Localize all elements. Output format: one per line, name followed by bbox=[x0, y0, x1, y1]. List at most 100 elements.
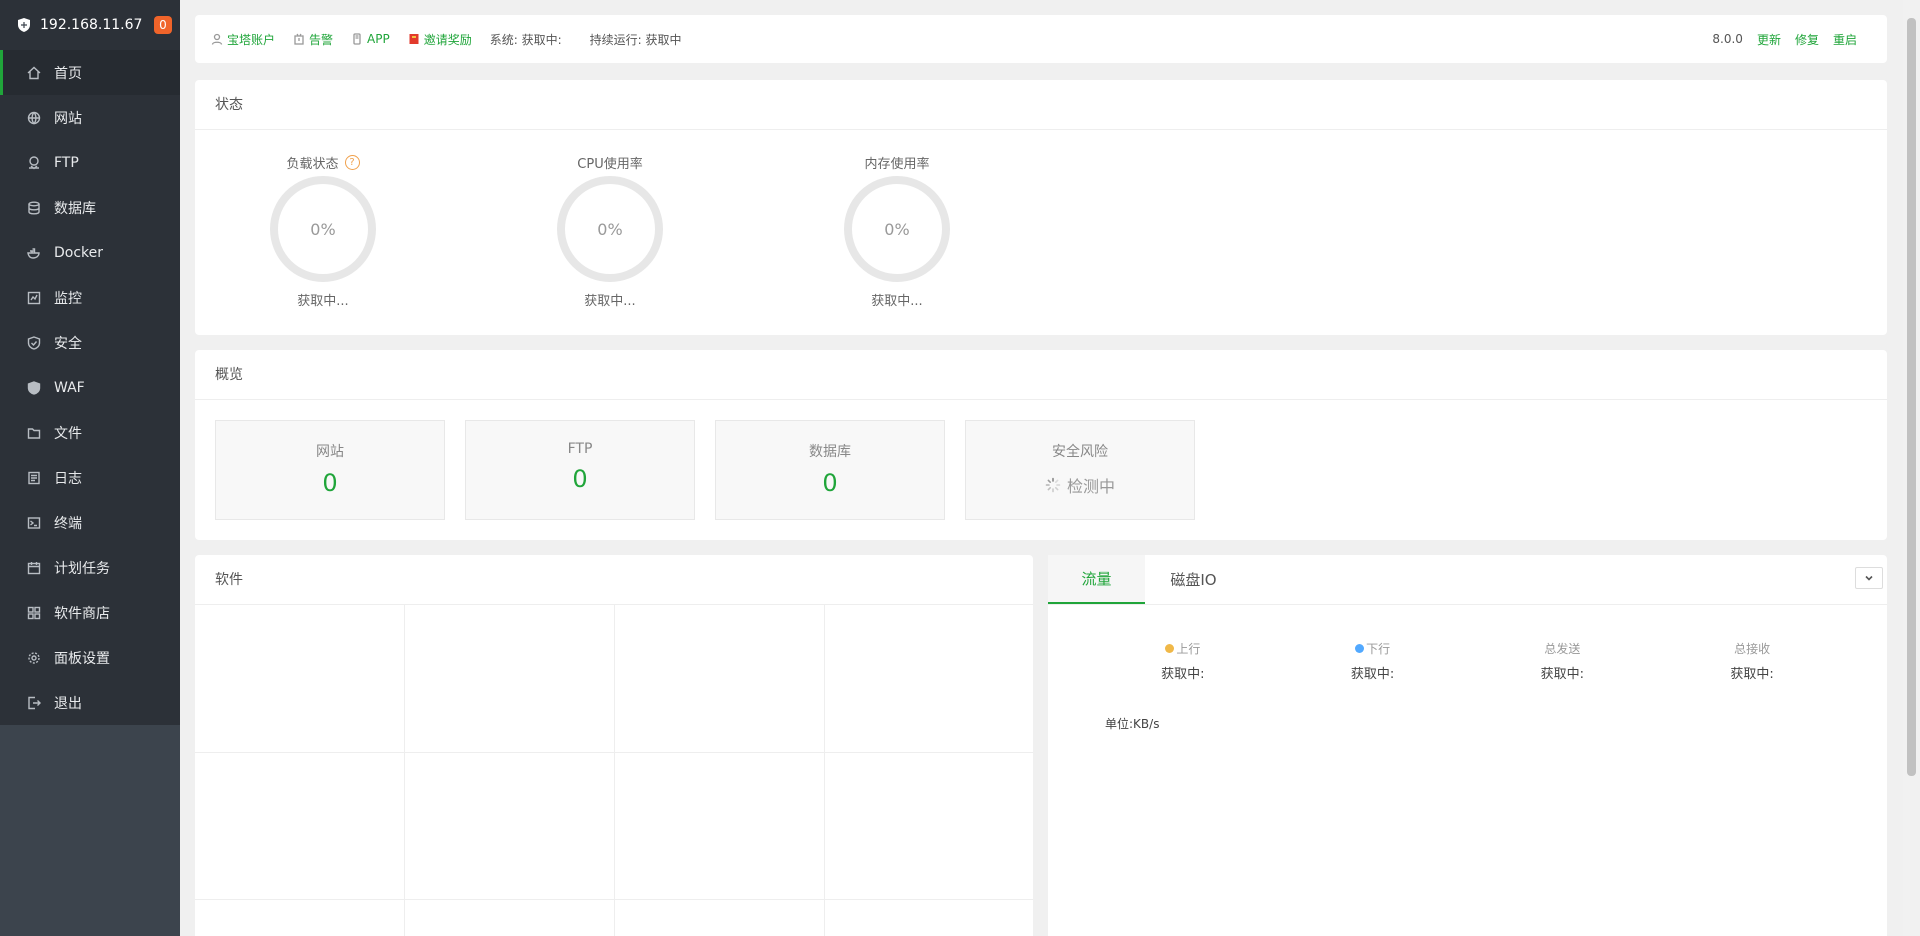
software-grid bbox=[195, 605, 1033, 936]
sidebar-item-docker[interactable]: Docker bbox=[0, 230, 180, 275]
sidebar-item-security[interactable]: 安全 bbox=[0, 320, 180, 365]
loading-spinner-icon bbox=[1045, 477, 1061, 493]
overview-card-label: FTP bbox=[567, 441, 593, 457]
alarm-label: 告警 bbox=[309, 32, 334, 47]
restart-button[interactable]: 重启 bbox=[1833, 31, 1857, 48]
status-panel: 状态 负载状态? 0% 获取中... CPU使用率 0% 获取中... 内存使用… bbox=[195, 80, 1887, 335]
sidebar-item-website[interactable]: 网站 bbox=[0, 95, 180, 140]
tab-traffic[interactable]: 流量 bbox=[1048, 555, 1145, 604]
update-button[interactable]: 更新 bbox=[1757, 31, 1781, 48]
sidebar-item-home[interactable]: 首页 bbox=[0, 50, 180, 95]
bt-logo-icon bbox=[18, 18, 30, 32]
invite-link[interactable]: 邀请奖励 bbox=[408, 31, 472, 48]
app-link[interactable]: APP bbox=[351, 32, 390, 46]
cpu-gauge-ring: 0% bbox=[557, 176, 663, 282]
stat-label: 上行 bbox=[1176, 642, 1201, 656]
sidebar-item-database[interactable]: 数据库 bbox=[0, 185, 180, 230]
cpu-gauge[interactable]: CPU使用率 0% 获取中... bbox=[510, 150, 710, 309]
grid-divider bbox=[195, 899, 1033, 900]
software-title: 软件 bbox=[195, 555, 1033, 605]
help-icon[interactable]: ? bbox=[344, 154, 360, 170]
sidebar-item-files[interactable]: 文件 bbox=[0, 410, 180, 455]
sidebar-item-label: 退出 bbox=[54, 695, 82, 712]
log-icon bbox=[27, 471, 41, 485]
sidebar-item-logs[interactable]: 日志 bbox=[0, 455, 180, 500]
tab-disk-io[interactable]: 磁盘IO bbox=[1145, 555, 1242, 604]
stat-label: 总发送 bbox=[1544, 642, 1581, 656]
sidebar-item-label: Docker bbox=[54, 244, 104, 261]
unit-label: 单位:KB/s bbox=[1105, 717, 1160, 731]
sidebar-item-label: 首页 bbox=[54, 65, 82, 82]
stat-total-sent: 总发送 获取中: bbox=[1468, 640, 1658, 682]
sidebar: 192.168.11.67 0 首页 网站 FTP 数据库 Docker 监控 bbox=[0, 0, 180, 936]
sidebar-item-label: 计划任务 bbox=[54, 560, 110, 577]
page-scrollbar[interactable] bbox=[1903, 0, 1920, 936]
sidebar-item-monitor[interactable]: 监控 bbox=[0, 275, 180, 320]
sidebar-item-logout[interactable]: 退出 bbox=[0, 680, 180, 725]
ftp-icon bbox=[27, 155, 41, 170]
repair-button[interactable]: 修复 bbox=[1795, 31, 1819, 48]
stat-value: 获取中: bbox=[1730, 667, 1774, 682]
load-gauge-status: 获取中... bbox=[297, 294, 349, 309]
security-risk-status: 检测中 bbox=[1066, 477, 1115, 496]
logout-icon bbox=[27, 696, 41, 710]
stat-download-title: 下行 bbox=[1278, 640, 1468, 657]
app-icon bbox=[353, 33, 361, 45]
load-gauge-label: 负载状态 bbox=[286, 156, 339, 172]
globe-icon bbox=[27, 111, 41, 125]
stat-value: 获取中: bbox=[1350, 667, 1395, 682]
memory-gauge-status: 获取中... bbox=[871, 294, 923, 309]
invite-label: 邀请奖励 bbox=[423, 32, 472, 47]
chevron-down-icon bbox=[1865, 575, 1873, 581]
cpu-gauge-title: CPU使用率 bbox=[577, 156, 643, 172]
sidebar-item-label: 文件 bbox=[54, 425, 82, 442]
interface-select[interactable] bbox=[1855, 567, 1883, 589]
sidebar-item-label: 软件商店 bbox=[54, 605, 110, 622]
stat-value: 获取中: bbox=[1540, 667, 1585, 682]
sidebar-item-cron[interactable]: 计划任务 bbox=[0, 545, 180, 590]
sidebar-item-terminal[interactable]: 终端 bbox=[0, 500, 180, 545]
traffic-stats: 上行 获取中: 下行 获取中: 总发送 获取中: 总接收 获取中: bbox=[1088, 640, 1847, 682]
gear-icon bbox=[27, 651, 41, 665]
top-bar: 宝塔账户 告警 APP 邀请奖励 系统: 获取中: 持续运行: 获取中 8.0.… bbox=[195, 15, 1887, 63]
grid-divider bbox=[195, 752, 1033, 753]
sidebar-item-settings[interactable]: 面板设置 bbox=[0, 635, 180, 680]
grid-apps-icon bbox=[27, 606, 41, 620]
sidebar-item-label: 终端 bbox=[54, 515, 82, 532]
scrollbar-thumb[interactable] bbox=[1907, 18, 1916, 776]
account-link[interactable]: 宝塔账户 bbox=[211, 31, 275, 48]
overview-card-value: 0 bbox=[572, 465, 588, 493]
overview-card-value: 0 bbox=[822, 469, 838, 497]
uptime-info: 持续运行: 获取中 bbox=[589, 32, 682, 47]
panel-version: 8.0.0 bbox=[1712, 32, 1743, 46]
overview-card-value: 0 bbox=[322, 469, 338, 497]
memory-gauge[interactable]: 内存使用率 0% 获取中... bbox=[797, 150, 997, 309]
folder-icon bbox=[27, 426, 41, 440]
memory-gauge-title: 内存使用率 bbox=[864, 156, 930, 172]
load-gauge-title: 负载状态? bbox=[223, 150, 423, 174]
sidebar-item-ftp[interactable]: FTP bbox=[0, 140, 180, 185]
top-bar-actions: 8.0.0 更新 修复 重启 bbox=[1712, 31, 1871, 48]
alarm-link[interactable]: 告警 bbox=[293, 31, 333, 48]
load-gauge-ring: 0% bbox=[270, 176, 376, 282]
sidebar-item-store[interactable]: 软件商店 bbox=[0, 590, 180, 635]
stat-value: 获取中: bbox=[1161, 667, 1205, 682]
terminal-icon bbox=[27, 516, 41, 530]
monitor-icon bbox=[27, 291, 41, 305]
upload-legend-dot bbox=[1165, 644, 1175, 653]
alarm-icon bbox=[294, 33, 304, 45]
notification-badge[interactable]: 0 bbox=[154, 16, 172, 34]
sidebar-menu: 首页 网站 FTP 数据库 Docker 监控 安全 WAF 文件 日志 终端 … bbox=[0, 50, 180, 725]
docker-icon bbox=[27, 246, 41, 260]
load-gauge[interactable]: 负载状态? 0% 获取中... bbox=[223, 150, 423, 309]
overview-card-security-risk[interactable]: 安全风险 检测中 bbox=[965, 420, 1195, 520]
sidebar-item-label: 面板设置 bbox=[54, 650, 110, 667]
overview-card-database[interactable]: 数据库 0 bbox=[715, 420, 945, 520]
calendar-icon bbox=[27, 561, 41, 575]
sidebar-item-label: 安全 bbox=[54, 335, 82, 352]
overview-card-website[interactable]: 网站 0 bbox=[215, 420, 445, 520]
sidebar-item-label: 网站 bbox=[54, 110, 82, 127]
sidebar-item-waf[interactable]: WAF bbox=[0, 365, 180, 410]
overview-card-ftp[interactable]: FTP 0 bbox=[465, 420, 695, 520]
database-icon bbox=[27, 201, 41, 215]
